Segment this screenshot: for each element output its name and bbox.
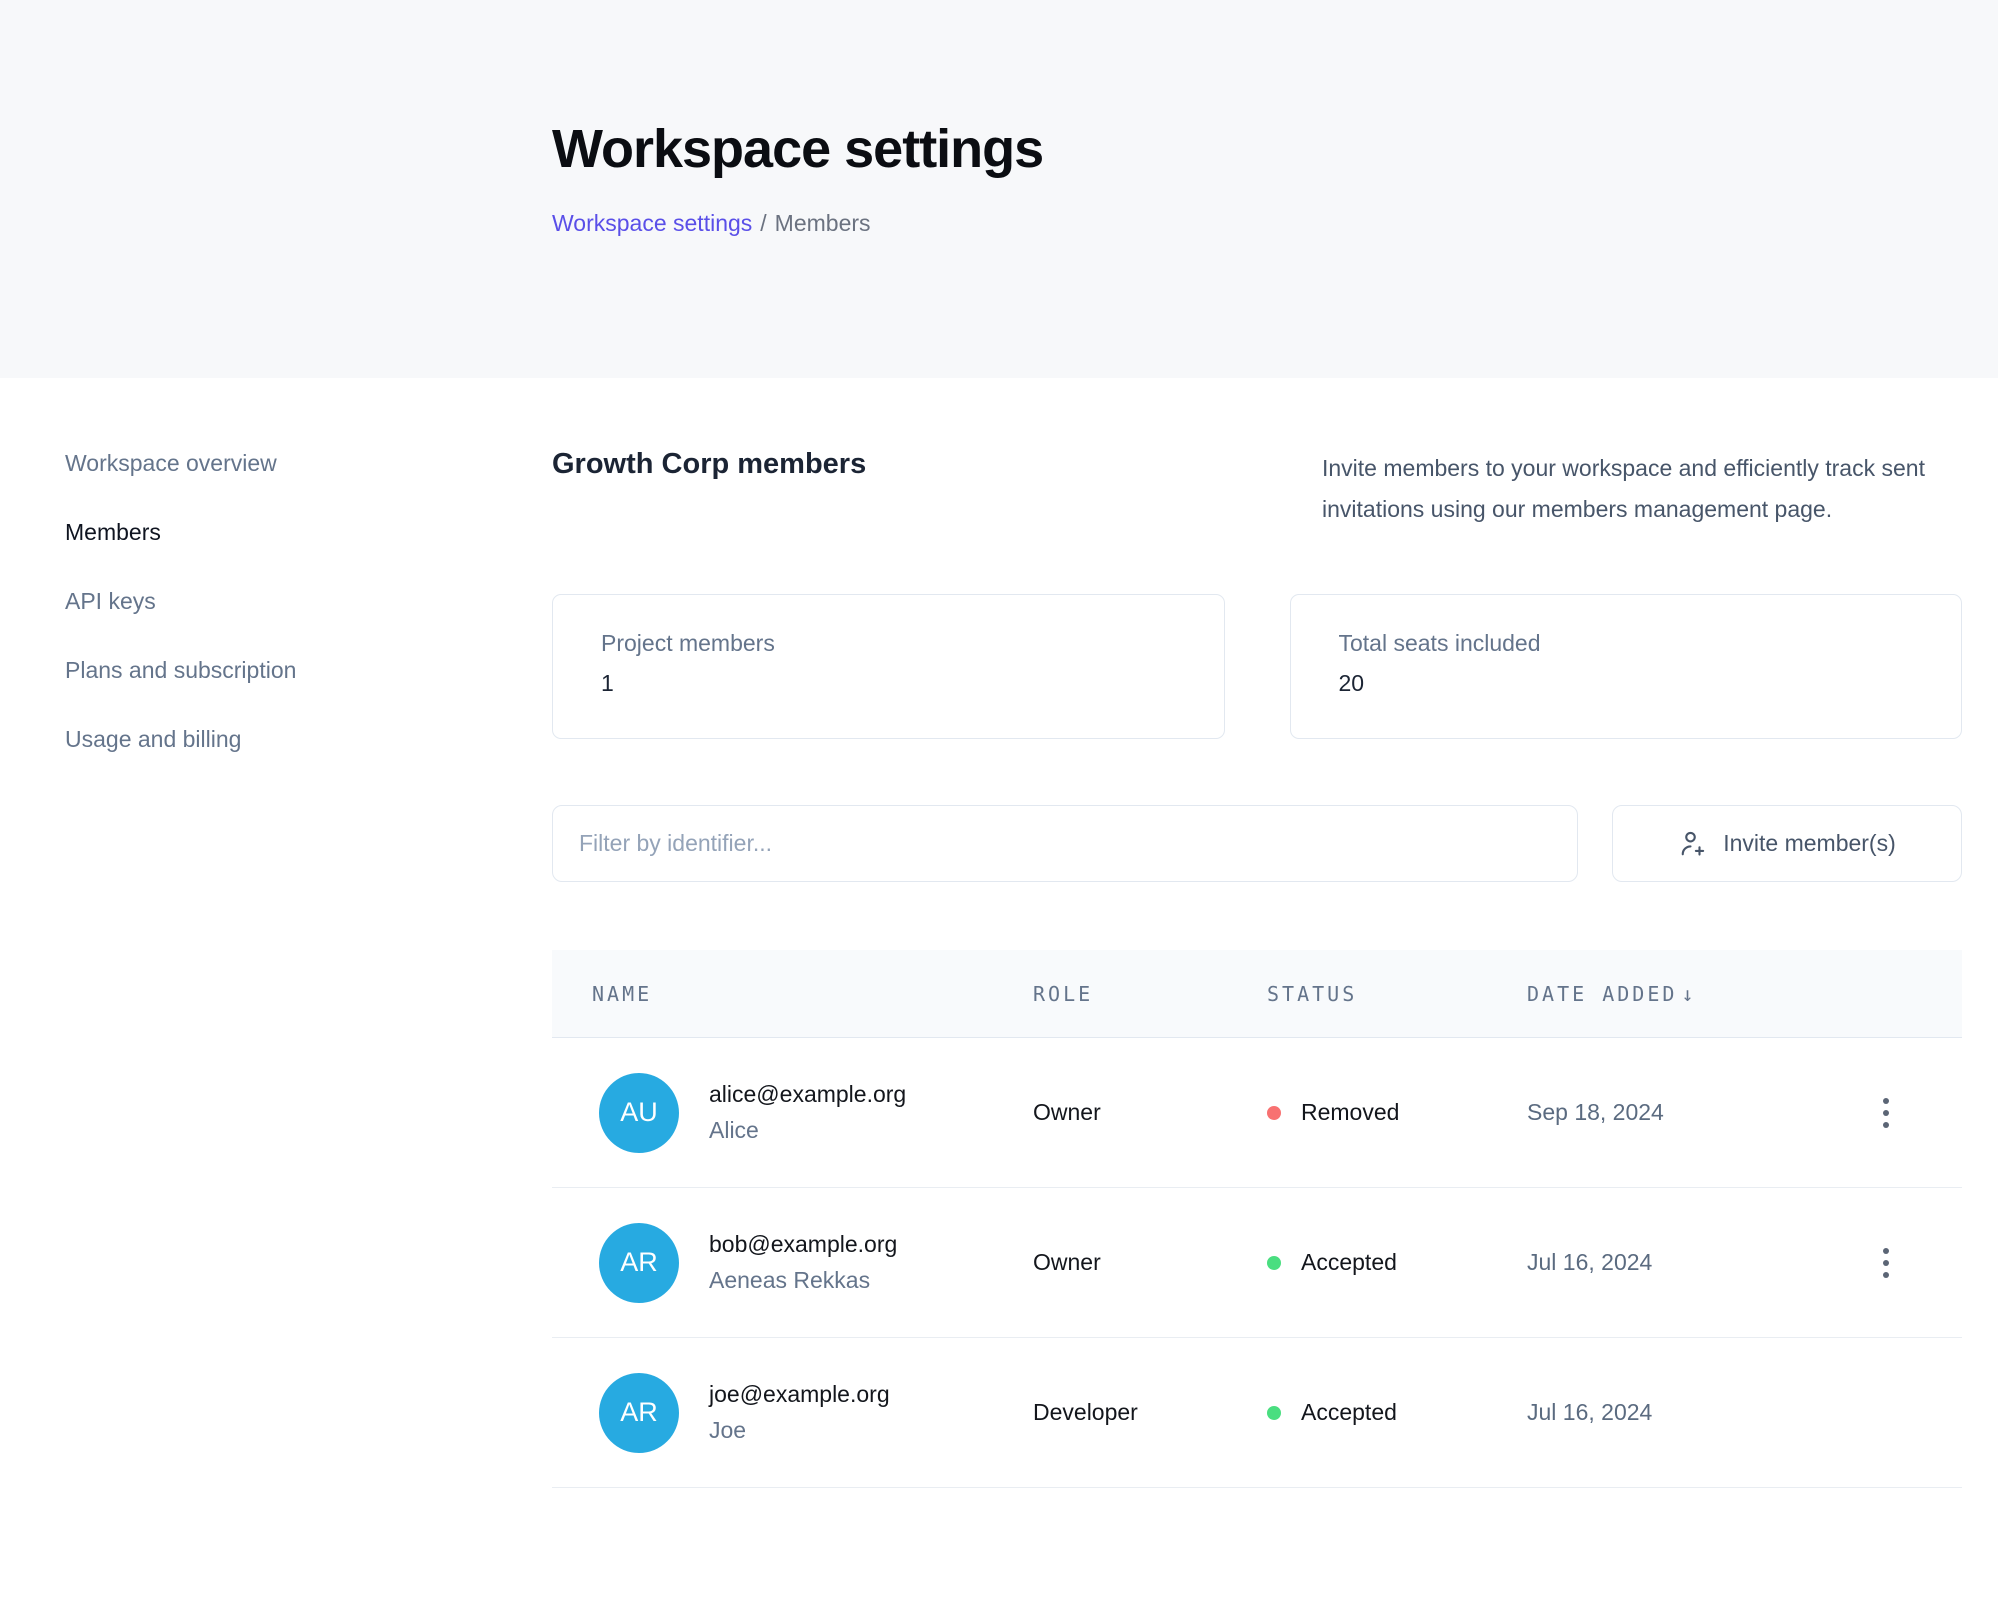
avatar: AR (599, 1223, 679, 1303)
kebab-menu-icon[interactable] (1873, 1088, 1899, 1138)
breadcrumb-current: Members (775, 210, 871, 236)
column-header-status[interactable]: STATUS (1267, 982, 1527, 1006)
column-header-date-added[interactable]: DATE ADDED↓ (1527, 982, 1810, 1006)
sidebar-item-api-keys[interactable]: API keys (65, 588, 552, 615)
invite-members-button[interactable]: Invite member(s) (1612, 805, 1962, 882)
member-role: Owner (1033, 1249, 1267, 1276)
kebab-menu-icon[interactable] (1873, 1238, 1899, 1288)
header-band: Workspace settings Workspace settings / Me… (0, 0, 1998, 378)
filter-input[interactable] (552, 805, 1578, 882)
table-header-row: NAME ROLE STATUS DATE ADDED↓ (552, 950, 1962, 1038)
member-status: Accepted (1267, 1399, 1527, 1426)
members-panel: Growth Corp members Invite members to yo… (552, 378, 1998, 1488)
member-date-added: Jul 16, 2024 (1527, 1399, 1810, 1426)
content-area: Workspace overview Members API keys Plan… (0, 378, 1998, 1488)
member-name: Aeneas Rekkas (709, 1267, 897, 1294)
status-dot (1267, 1106, 1281, 1120)
members-description: Invite members to your workspace and eff… (1322, 448, 1962, 530)
column-header-name[interactable]: NAME (552, 982, 1033, 1006)
breadcrumb-workspace-settings-link[interactable]: Workspace settings (552, 210, 752, 236)
page-title: Workspace settings (552, 118, 1998, 180)
sidebar-item-workspace-overview[interactable]: Workspace overview (65, 450, 552, 477)
sidebar-item-plans-and-subscription[interactable]: Plans and subscription (65, 657, 552, 684)
status-label: Accepted (1301, 1249, 1397, 1276)
member-name: Alice (709, 1117, 906, 1144)
member-identity-cell: AR joe@example.org Joe (552, 1373, 1033, 1453)
member-role: Owner (1033, 1099, 1267, 1126)
member-identity-cell: AR bob@example.org Aeneas Rekkas (552, 1223, 1033, 1303)
person-plus-icon (1678, 829, 1708, 859)
sort-desc-icon: ↓ (1681, 982, 1693, 1006)
status-dot (1267, 1406, 1281, 1420)
members-table: NAME ROLE STATUS DATE ADDED↓ AU alice@ex… (552, 950, 1962, 1488)
members-heading: Growth Corp members (552, 448, 866, 481)
table-row: AU alice@example.org Alice Owner Removed… (552, 1038, 1962, 1188)
column-header-role[interactable]: ROLE (1033, 982, 1267, 1006)
stat-card-total-seats: Total seats included 20 (1290, 594, 1963, 739)
member-role: Developer (1033, 1399, 1267, 1426)
breadcrumb: Workspace settings / Members (552, 210, 1998, 237)
stat-card-project-members: Project members 1 (552, 594, 1225, 739)
member-email: joe@example.org (709, 1381, 890, 1408)
sidebar-item-usage-and-billing[interactable]: Usage and billing (65, 726, 552, 753)
stat-label: Total seats included (1339, 630, 1962, 657)
stat-label: Project members (601, 630, 1224, 657)
member-status: Accepted (1267, 1249, 1527, 1276)
member-date-added: Sep 18, 2024 (1527, 1099, 1810, 1126)
member-email: bob@example.org (709, 1231, 897, 1258)
breadcrumb-separator: / (760, 210, 766, 236)
table-row: AR bob@example.org Aeneas Rekkas Owner A… (552, 1188, 1962, 1338)
table-row: AR joe@example.org Joe Developer Accepte… (552, 1338, 1962, 1488)
intro-row: Growth Corp members Invite members to yo… (552, 448, 1962, 530)
invite-button-label: Invite member(s) (1723, 830, 1896, 857)
table-body: AU alice@example.org Alice Owner Removed… (552, 1038, 1962, 1488)
status-label: Accepted (1301, 1399, 1397, 1426)
member-name: Joe (709, 1417, 890, 1444)
avatar: AR (599, 1373, 679, 1453)
status-label: Removed (1301, 1099, 1399, 1126)
avatar: AU (599, 1073, 679, 1153)
settings-sidebar: Workspace overview Members API keys Plan… (0, 378, 552, 1488)
filter-row: Invite member(s) (552, 805, 1962, 882)
stat-value: 1 (601, 670, 1224, 697)
member-email: alice@example.org (709, 1081, 906, 1108)
member-identity-cell: AU alice@example.org Alice (552, 1073, 1033, 1153)
sidebar-item-members[interactable]: Members (65, 519, 552, 546)
stat-value: 20 (1339, 670, 1962, 697)
member-date-added: Jul 16, 2024 (1527, 1249, 1810, 1276)
member-status: Removed (1267, 1099, 1527, 1126)
status-dot (1267, 1256, 1281, 1270)
stats-row: Project members 1 Total seats included 2… (552, 594, 1962, 739)
